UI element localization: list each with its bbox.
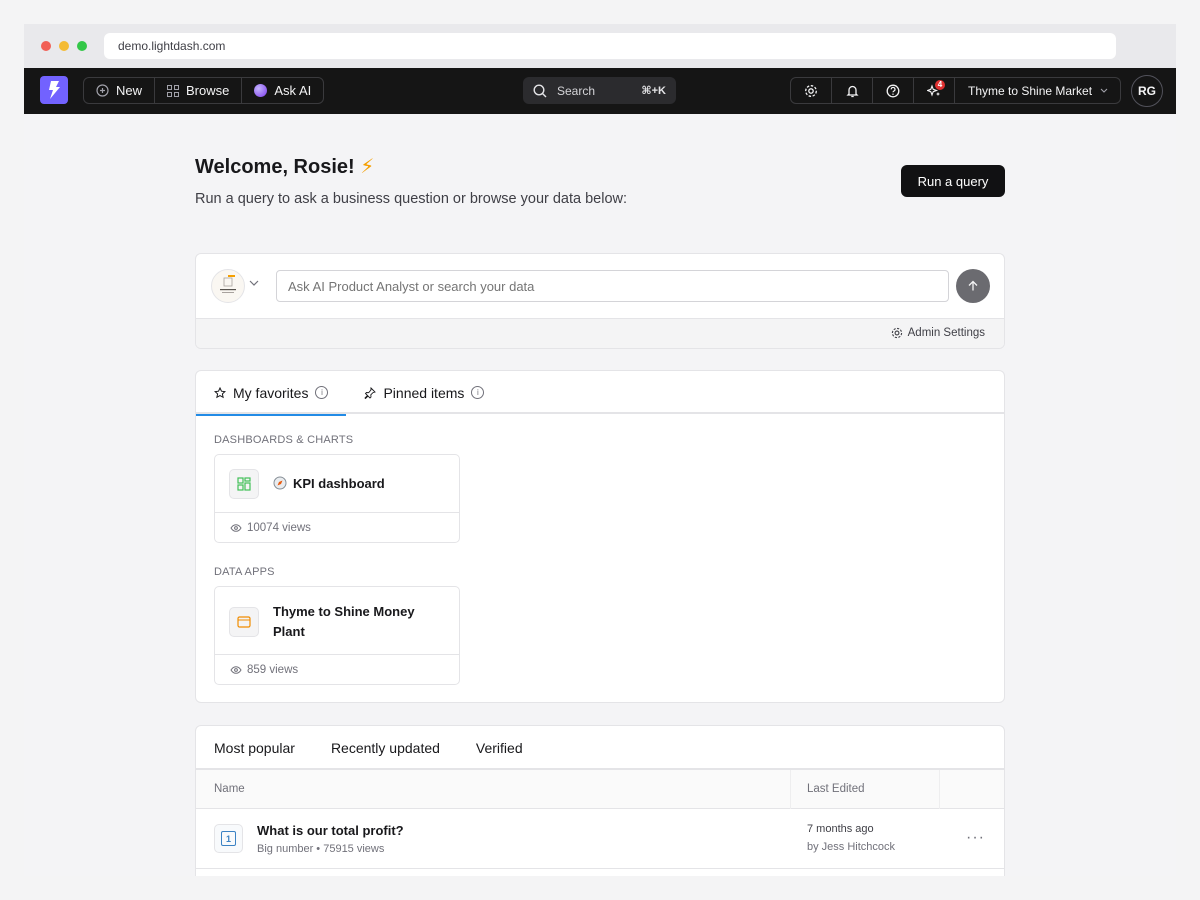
column-header-name[interactable]: Name xyxy=(214,783,245,795)
top-navigation: New Browse Ask AI Search ⌘+K 4 Thyme to … xyxy=(24,68,1176,114)
item-header: Thyme to Shine Money Plant xyxy=(215,587,459,655)
tab-recently-updated[interactable]: Recently updated xyxy=(313,726,458,770)
address-bar[interactable]: demo.lightdash.com xyxy=(104,33,1116,59)
favorites-tabs: My favorites i Pinned items i xyxy=(196,371,1004,416)
content-list-panel: Most popular Recently updated Verified N… xyxy=(195,725,1005,876)
eye-icon xyxy=(230,523,242,532)
gear-icon xyxy=(891,327,902,339)
ask-ai-box: Admin Settings xyxy=(195,253,1005,349)
favorite-item-data-app[interactable]: Thyme to Shine Money Plant 859 views xyxy=(214,586,460,685)
maximize-window-dot[interactable] xyxy=(77,41,87,51)
search-icon xyxy=(533,83,547,98)
big-number-icon: 1 xyxy=(214,824,243,853)
tab-label: My favorites xyxy=(233,384,309,401)
compass-emoji-icon xyxy=(273,476,287,490)
admin-settings-link[interactable]: Admin Settings xyxy=(891,327,985,339)
minimize-window-dot[interactable] xyxy=(59,41,69,51)
row-meta: Big number • 75915 views xyxy=(257,843,385,855)
row-edited-by: by Jess Hitchcock xyxy=(807,841,896,853)
column-divider xyxy=(790,770,791,809)
search-label: Search xyxy=(557,83,596,98)
info-icon[interactable]: i xyxy=(315,386,329,399)
run-query-button[interactable]: Run a query xyxy=(901,165,1005,197)
browse-button[interactable]: Browse xyxy=(155,78,243,103)
more-options-icon[interactable]: ··· xyxy=(966,829,985,847)
ai-updates-button[interactable]: 4 xyxy=(914,78,955,103)
item-views: 10074 views xyxy=(215,513,459,542)
content-tabs: Most popular Recently updated Verified xyxy=(196,726,1004,772)
welcome-heading: Welcome, Rosie! ⚡ xyxy=(195,154,374,179)
pin-icon xyxy=(364,386,377,399)
arrow-up-icon xyxy=(968,280,978,291)
new-button-label: New xyxy=(116,83,143,98)
settings-button[interactable] xyxy=(791,78,832,103)
item-title: KPI dashboard xyxy=(293,476,385,491)
section-label-data-apps: DATA APPS xyxy=(214,566,275,578)
ask-ai-button[interactable]: Ask AI xyxy=(242,78,323,103)
welcome-subtitle: Run a query to ask a business question o… xyxy=(195,191,628,207)
main-nav-group: New Browse Ask AI xyxy=(83,77,325,104)
project-name: Thyme to Shine Market xyxy=(968,83,1093,98)
dashboard-icon xyxy=(229,469,259,499)
lightning-logo-icon xyxy=(49,81,60,99)
notifications-button[interactable] xyxy=(832,78,873,103)
close-window-dot[interactable] xyxy=(41,41,51,51)
favorite-item-kpi-dashboard[interactable]: KPI dashboard 10074 views xyxy=(214,454,460,543)
new-button[interactable]: New xyxy=(84,78,156,103)
ask-box-footer: Admin Settings xyxy=(196,318,1004,348)
favorites-panel: My favorites i Pinned items i DASHBOARDS… xyxy=(195,370,1005,703)
star-icon xyxy=(214,386,226,398)
global-search[interactable]: Search ⌘+K xyxy=(523,77,676,104)
agent-image-icon xyxy=(220,275,236,293)
item-views: 859 views xyxy=(215,655,459,684)
ask-ai-button-label: Ask AI xyxy=(274,83,312,98)
tab-my-favorites[interactable]: My favorites i xyxy=(196,371,347,416)
section-label-dashboards: DASHBOARDS & CHARTS xyxy=(214,434,354,446)
user-avatar[interactable]: RG xyxy=(1131,75,1163,107)
row-last-edited: 7 months ago xyxy=(807,823,874,835)
eye-icon xyxy=(230,665,242,674)
browser-window: demo.lightdash.com New Browse Ask AI Sea… xyxy=(24,24,1176,876)
send-button[interactable] xyxy=(956,269,990,303)
column-header-last-edited[interactable]: Last Edited xyxy=(807,783,865,795)
views-count: 10074 views xyxy=(247,521,311,534)
tab-verified[interactable]: Verified xyxy=(458,726,541,770)
tab-label: Pinned items xyxy=(383,384,465,401)
info-icon[interactable]: i xyxy=(471,386,485,399)
admin-settings-label: Admin Settings xyxy=(907,327,985,339)
grid-icon xyxy=(167,84,180,97)
ai-orb-icon xyxy=(254,84,268,97)
plus-circle-icon xyxy=(96,84,109,97)
notification-badge: 4 xyxy=(935,80,945,90)
right-nav-group: 4 Thyme to Shine Market xyxy=(790,77,1122,104)
search-shortcut: ⌘+K xyxy=(641,85,666,97)
tab-most-popular[interactable]: Most popular xyxy=(196,726,313,772)
browse-button-label: Browse xyxy=(186,83,230,98)
browser-chrome: demo.lightdash.com xyxy=(24,24,1176,68)
lightning-emoji-icon: ⚡ xyxy=(360,156,375,178)
tab-pinned-items[interactable]: Pinned items i xyxy=(346,371,502,414)
row-title[interactable]: What is our total profit? xyxy=(257,823,404,838)
big-number-glyph: 1 xyxy=(221,831,236,846)
help-button[interactable] xyxy=(873,78,914,103)
chevron-down-icon xyxy=(1100,88,1108,93)
agent-chevron-down-icon[interactable] xyxy=(249,278,259,289)
welcome-text: Welcome, Rosie! xyxy=(195,156,355,178)
ask-ai-input[interactable] xyxy=(276,270,949,302)
item-title: Thyme to Shine Money Plant xyxy=(273,604,415,639)
help-circle-icon xyxy=(886,84,900,97)
app-window-icon xyxy=(229,607,259,637)
views-count: 859 views xyxy=(247,663,299,676)
item-header: KPI dashboard xyxy=(215,455,459,513)
lightdash-logo[interactable] xyxy=(40,76,68,104)
table-row[interactable]: 1 What is our total profit? Big number •… xyxy=(196,809,1004,869)
bell-icon xyxy=(845,85,859,97)
project-switcher[interactable]: Thyme to Shine Market xyxy=(955,78,1120,103)
agent-avatar[interactable] xyxy=(211,269,245,303)
table-header: Name Last Edited xyxy=(196,770,1004,809)
gear-icon xyxy=(805,84,817,97)
column-divider xyxy=(939,770,940,809)
